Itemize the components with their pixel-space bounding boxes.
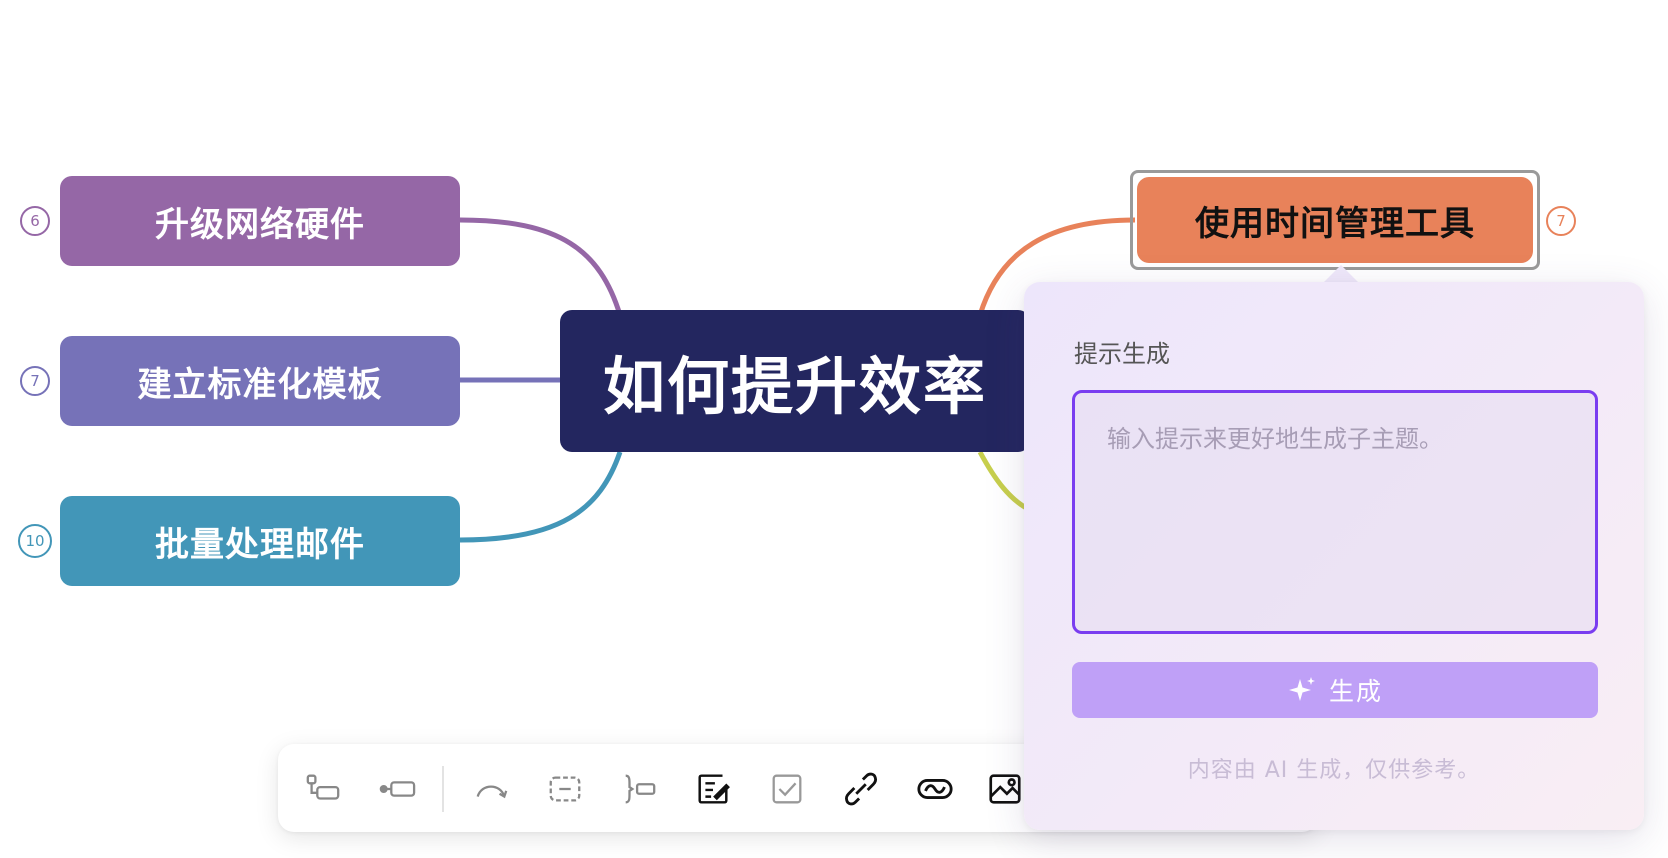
task-checkbox-icon[interactable] [760,762,814,816]
topic-label: 升级网络硬件 [155,204,365,245]
collapse-count-badge[interactable]: 7 [20,366,50,396]
ai-disclaimer: 内容由 AI 生成，仅供参考。 [1187,758,1481,783]
generate-button-label: 生成 [1328,677,1383,706]
topic-upgrade-network-hardware[interactable]: 升级网络硬件 [60,176,460,266]
root-topic[interactable]: 如何提升效率 [560,310,1030,452]
insert-subtopic-icon[interactable] [296,762,350,816]
ai-prompt-panel: 提示生成 生成 内容由 AI 生成，仅供参考。 [1024,282,1644,830]
connector-batch-email [459,451,623,543]
connector-upgrade-network [459,217,623,316]
topic-link-icon[interactable] [908,762,962,816]
topic-label: 使用时间管理工具 [1195,203,1475,244]
topic-standard-template[interactable]: 建立标准化模板 [60,336,460,426]
topic-label: 批量处理邮件 [155,524,365,565]
link-icon[interactable] [834,762,888,816]
insert-sibling-topic-icon[interactable] [370,762,424,816]
topic-time-management-tools[interactable]: 使用时间管理工具 [1137,177,1533,263]
connector-hidden-branch [977,450,1032,513]
collapse-count-badge[interactable]: 10 [18,524,52,558]
relationship-curve-icon[interactable] [464,762,518,816]
panel-title: 提示生成 [1074,340,1170,368]
collapse-count-badge[interactable]: 7 [1546,206,1576,236]
topic-batch-email[interactable]: 批量处理邮件 [60,496,460,586]
collapse-count-badge[interactable]: 6 [20,206,50,236]
boundary-icon[interactable] [538,762,592,816]
mindmap-canvas[interactable]: 升级网络硬件 6 建立标准化模板 7 批量处理邮件 10 如何提升效率 使用时间… [0,0,1668,858]
topic-label: 建立标准化模板 [137,364,383,405]
summary-icon[interactable] [612,762,666,816]
prompt-input[interactable] [1072,390,1598,634]
sparkle-icon [1288,677,1315,701]
generate-button[interactable]: 生成 [1072,662,1598,718]
toolbar-divider [442,766,444,812]
root-topic-label: 如何提升效率 [602,350,987,423]
note-edit-icon[interactable] [686,762,740,816]
